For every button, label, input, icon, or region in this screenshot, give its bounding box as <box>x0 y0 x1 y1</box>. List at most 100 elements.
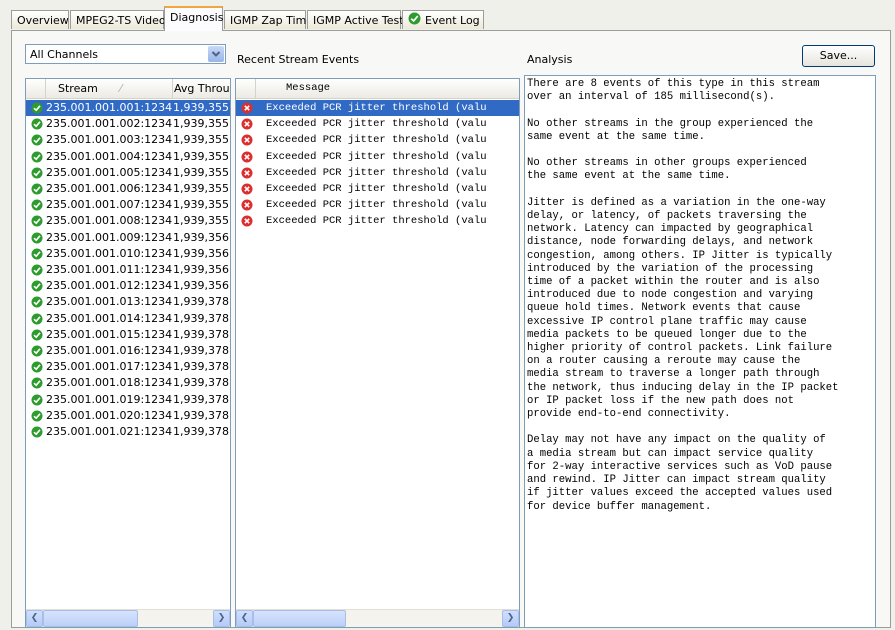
avg-throughput: 1,939,355 <box>173 149 229 163</box>
check-circle-icon <box>31 394 43 406</box>
check-circle-icon <box>31 199 43 211</box>
avg-throughput: 1,939,355 <box>173 182 229 195</box>
avg-throughput: 1,939,355 <box>173 117 229 131</box>
channel-select-value: All Channels <box>30 48 99 61</box>
tab-label: Overview <box>17 14 69 27</box>
table-row[interactable]: 235.001.001.004:1234 1,939,355 <box>26 149 230 165</box>
table-row[interactable]: Exceeded PCR jitter threshold (valu <box>236 197 519 213</box>
channel-select[interactable]: All Channels <box>25 44 226 64</box>
table-row[interactable]: Exceeded PCR jitter threshold (valu <box>236 116 519 132</box>
scroll-left-icon[interactable]: ❮ <box>236 610 253 627</box>
table-row[interactable]: 235.001.001.010:1234 1,939,356 <box>26 246 230 262</box>
table-row[interactable]: Exceeded PCR jitter threshold (valu <box>236 165 519 181</box>
table-row[interactable]: 235.001.001.014:1234 1,939,378 <box>26 311 230 327</box>
scroll-right-icon[interactable]: ❯ <box>502 610 519 627</box>
table-row[interactable]: 235.001.001.017:1234 1,939,378 <box>26 359 230 375</box>
table-row[interactable]: 235.001.001.002:1234 1,939,355 <box>26 116 230 132</box>
stream-address: 235.001.001.017:1234 <box>46 360 173 374</box>
tab-mpeg2-ts-video[interactable]: MPEG2-TS Video <box>70 10 166 29</box>
table-row[interactable]: 235.001.001.007:1234 1,939,355 <box>26 197 230 213</box>
table-row[interactable]: 235.001.001.001:1234 1,939,355 <box>26 100 230 116</box>
table-row[interactable]: 235.001.001.012:1234 1,939,356 <box>26 278 230 294</box>
horizontal-scrollbar[interactable]: ❮ ❯ <box>26 609 230 627</box>
check-circle-icon <box>31 167 43 179</box>
table-row[interactable]: Exceeded PCR jitter threshold (valu <box>236 149 519 165</box>
error-circle-icon <box>241 199 253 211</box>
analysis-text[interactable]: There are 8 events of this type in this … <box>524 75 876 628</box>
stream-address: 235.001.001.005:1234 <box>46 165 173 179</box>
scroll-left-icon[interactable]: ❮ <box>26 610 43 627</box>
avg-throughput: 1,939,356 <box>173 230 229 244</box>
table-row[interactable]: 235.001.001.006:1234 1,939,355 <box>26 181 230 197</box>
header-spacer <box>26 79 46 98</box>
stream-address: 235.001.001.016:1234 <box>46 344 173 357</box>
tab-diagnosis[interactable]: Diagnosis <box>164 6 223 31</box>
stream-address: 235.001.001.021:1234 <box>46 425 173 438</box>
table-row[interactable]: 235.001.001.011:1234 1,939,356 <box>26 262 230 278</box>
avg-throughput: 1,939,378 <box>173 327 229 341</box>
stream-address: 235.001.001.010:1234 <box>46 246 173 260</box>
check-circle-icon <box>31 426 43 438</box>
save-button[interactable]: Save... <box>802 45 875 67</box>
scroll-thumb[interactable] <box>43 610 138 627</box>
check-circle-icon <box>31 280 43 292</box>
avg-throughput: 1,939,378 <box>173 408 229 422</box>
table-row[interactable]: 235.001.001.018:1234 1,939,378 <box>26 375 230 391</box>
horizontal-scrollbar[interactable]: ❮ ❯ <box>236 609 519 627</box>
table-row[interactable]: 235.001.001.005:1234 1,939,355 <box>26 165 230 181</box>
stream-address: 235.001.001.015:1234 <box>46 327 173 341</box>
tab-label: Event Log <box>425 14 480 27</box>
avg-throughput: 1,939,355 <box>173 198 229 212</box>
sort-ascending-icon: ⁄ <box>119 82 122 95</box>
tab-overview[interactable]: Overview <box>11 10 69 29</box>
avg-throughput: 1,939,355 <box>173 214 229 228</box>
stream-address: 235.001.001.009:1234 <box>46 230 173 244</box>
column-header-message[interactable]: Message <box>256 79 519 98</box>
stream-list[interactable]: Stream ⁄ Avg Throug 235.001.001.001:1234 1… <box>25 78 231 628</box>
stream-list-header: Stream ⁄ Avg Throug <box>26 79 230 99</box>
stream-address: 235.001.001.004:1234 <box>46 149 173 163</box>
error-circle-icon <box>241 151 253 163</box>
tab-event-log[interactable]: Event Log <box>402 10 484 29</box>
column-header-stream[interactable]: Stream ⁄ <box>46 79 173 98</box>
check-circle-icon <box>31 296 43 308</box>
tab-label: IGMP Zap Time <box>230 14 314 27</box>
stream-address: 235.001.001.008:1234 <box>46 214 173 228</box>
tab-igmp-active-test[interactable]: IGMP Active Test <box>307 10 404 29</box>
table-row[interactable]: Exceeded PCR jitter threshold (valu <box>236 181 519 197</box>
table-row[interactable]: 235.001.001.020:1234 1,939,378 <box>26 408 230 424</box>
event-message: Exceeded PCR jitter threshold (valu <box>266 150 487 163</box>
column-header-label: Stream <box>58 82 98 95</box>
table-row[interactable]: 235.001.001.021:1234 1,939,378 <box>26 424 230 440</box>
avg-throughput: 1,939,378 <box>173 392 229 406</box>
error-circle-icon <box>241 215 253 227</box>
table-row[interactable]: Exceeded PCR jitter threshold (valu <box>236 213 519 229</box>
avg-throughput: 1,939,356 <box>173 279 229 293</box>
events-list[interactable]: Message Exceeded PCR jitter threshold (v… <box>235 78 520 628</box>
table-row[interactable]: 235.001.001.016:1234 1,939,378 <box>26 343 230 359</box>
events-list-header: Message <box>236 79 519 99</box>
check-circle-icon <box>31 248 43 260</box>
column-header-label: Avg Throug <box>174 82 231 95</box>
table-row[interactable]: 235.001.001.003:1234 1,939,355 <box>26 132 230 148</box>
table-row[interactable]: 235.001.001.008:1234 1,939,355 <box>26 213 230 229</box>
table-row[interactable]: 235.001.001.009:1234 1,939,356 <box>26 230 230 246</box>
chevron-down-icon[interactable] <box>208 46 224 62</box>
check-circle-icon <box>408 12 421 31</box>
tab-igmp-zap-time[interactable]: IGMP Zap Time <box>224 10 313 29</box>
table-row[interactable]: Exceeded PCR jitter threshold (valu <box>236 100 519 116</box>
stream-address: 235.001.001.001:1234 <box>46 101 173 114</box>
tab-label: Diagnosis <box>170 11 224 24</box>
check-circle-icon <box>31 377 43 389</box>
scroll-right-icon[interactable]: ❯ <box>213 610 230 627</box>
check-circle-icon <box>31 134 43 146</box>
analysis-label: Analysis <box>527 53 573 66</box>
table-row[interactable]: 235.001.001.013:1234 1,939,378 <box>26 294 230 310</box>
table-row[interactable]: 235.001.001.015:1234 1,939,378 <box>26 327 230 343</box>
table-row[interactable]: Exceeded PCR jitter threshold (valu <box>236 132 519 148</box>
column-header-avg-throughput[interactable]: Avg Throug <box>173 79 231 98</box>
scroll-thumb[interactable] <box>253 610 346 627</box>
avg-throughput: 1,939,378 <box>173 295 229 309</box>
table-row[interactable]: 235.001.001.019:1234 1,939,378 <box>26 392 230 408</box>
avg-throughput: 1,939,378 <box>173 360 229 374</box>
